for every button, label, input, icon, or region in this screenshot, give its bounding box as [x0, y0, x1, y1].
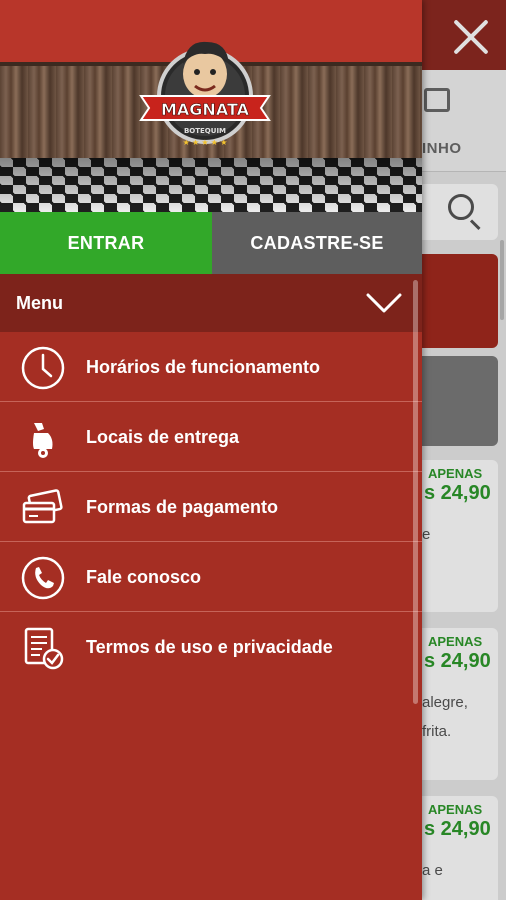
search-button[interactable]: [422, 184, 498, 240]
menu-item-payment-methods[interactable]: Formas de pagamento: [0, 472, 422, 542]
menu-item-label: Horários de funcionamento: [86, 357, 321, 377]
signup-button[interactable]: CADASTRE-SE: [212, 212, 422, 274]
menu-item-contact[interactable]: Fale conosco: [0, 542, 422, 612]
product-card[interactable]: APENAS s 24,90 a e: [422, 796, 498, 900]
menu-list: Horários de funcionamento Locais de entr…: [0, 332, 422, 682]
menu-item-opening-hours[interactable]: Horários de funcionamento: [0, 332, 422, 402]
product-price: s 24,90: [424, 650, 491, 672]
promo-banner[interactable]: [422, 254, 498, 348]
svg-text:★ ★ ★ ★ ★: ★ ★ ★ ★ ★: [183, 138, 228, 147]
cart-icon: [424, 88, 450, 112]
clock-icon: [21, 346, 65, 390]
product-description: a e: [422, 862, 443, 879]
product-price: s 24,90: [424, 482, 491, 504]
menu-item-label: Termos de uso e privacidade: [86, 637, 333, 657]
scooter-icon: [33, 423, 53, 458]
price-prefix: APENAS: [428, 634, 483, 649]
menu-item-delivery-areas[interactable]: Locais de entrega: [0, 402, 422, 472]
product-description: e: [422, 526, 431, 543]
product-description: frita.: [422, 723, 452, 740]
credit-cards-icon: [22, 489, 63, 524]
logo-subtext: BOTEQUIM: [184, 127, 226, 135]
drawer-scrollbar[interactable]: [413, 280, 418, 704]
menu-item-label: Formas de pagamento: [86, 497, 279, 517]
auth-buttons: ENTRAR CADASTRE-SE: [0, 212, 422, 274]
menu-item-label: Fale conosco: [86, 567, 202, 587]
phone-icon: [21, 556, 65, 600]
magnata-logo: MAGNATA BOTEQUIM ★ ★ ★ ★ ★: [139, 41, 271, 147]
menu-title: Menu: [16, 293, 63, 313]
price-prefix: APENAS: [428, 802, 483, 817]
search-icon: [448, 194, 474, 220]
category-banner[interactable]: [422, 356, 498, 446]
logo-wordmark: MAGNATA: [161, 100, 250, 119]
menu-header[interactable]: Menu: [0, 274, 422, 332]
product-description: alegre,: [422, 694, 468, 711]
checkered-floor: [0, 158, 422, 212]
chevron-down-icon: [366, 293, 402, 313]
product-card[interactable]: APENAS s 24,90 alegre, frita.: [422, 628, 498, 780]
scrollbar[interactable]: [500, 240, 504, 320]
login-button[interactable]: ENTRAR: [0, 212, 212, 274]
product-price: s 24,90: [424, 818, 491, 840]
cart-tab[interactable]: INHO: [422, 70, 506, 172]
menu-item-terms-privacy[interactable]: Termos de uso e privacidade: [0, 612, 422, 682]
header-banner: MAGNATA BOTEQUIM ★ ★ ★ ★ ★: [0, 0, 422, 212]
product-card[interactable]: APENAS s 24,90 e: [422, 460, 498, 612]
menu-item-label: Locais de entrega: [86, 427, 240, 447]
side-drawer: MAGNATA BOTEQUIM ★ ★ ★ ★ ★ ENTRAR CADAST…: [0, 0, 422, 900]
cart-tab-label: INHO: [422, 140, 462, 157]
document-check-icon: [24, 627, 64, 670]
price-prefix: APENAS: [428, 466, 483, 481]
close-icon[interactable]: [446, 12, 496, 62]
